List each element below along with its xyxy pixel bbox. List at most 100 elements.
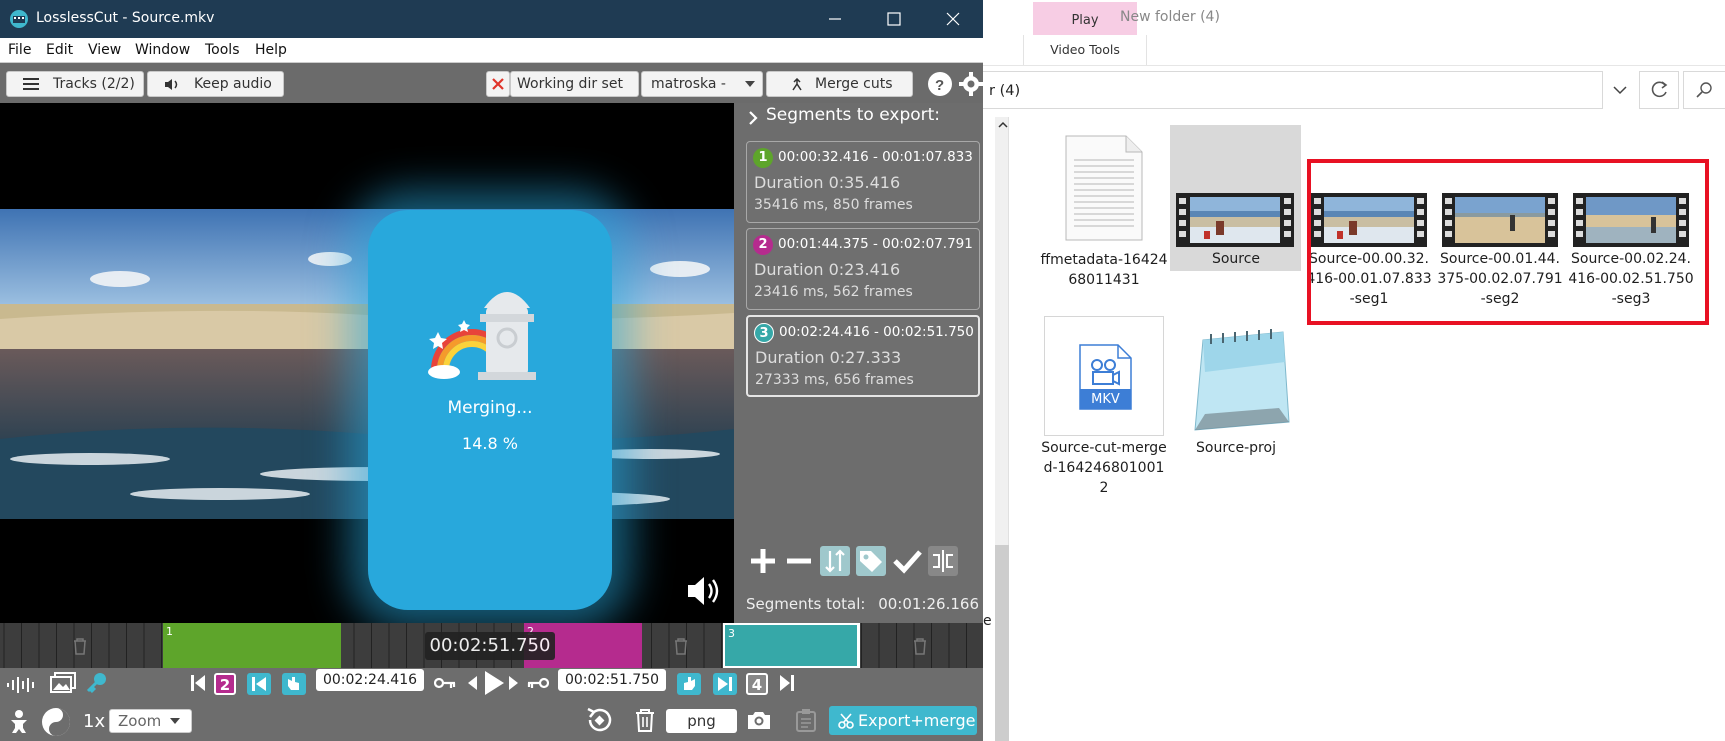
menu-edit[interactable]: Edit — [46, 42, 73, 58]
jump-segment-start-icon[interactable] — [247, 673, 271, 695]
file-label[interactable]: Source-proj — [1172, 438, 1300, 458]
next-segment-badge[interactable]: 4 — [746, 673, 768, 695]
volume-icon[interactable] — [686, 573, 726, 609]
key-icon[interactable] — [86, 671, 108, 695]
label-segment-icon[interactable] — [856, 546, 886, 576]
close-button[interactable] — [923, 0, 983, 38]
trash-icon[interactable] — [634, 707, 656, 733]
caret-down-icon — [745, 81, 755, 87]
trash-icon[interactable] — [912, 637, 928, 655]
merge-cuts-button[interactable]: Merge cuts — [766, 71, 913, 97]
title-bar[interactable]: LosslessCut - Source.mkv — [0, 0, 983, 38]
playback-speed[interactable]: 1x — [83, 711, 105, 732]
maximize-button[interactable] — [864, 0, 924, 38]
minimize-button[interactable] — [805, 0, 865, 38]
timeline-segment-label: 3 — [728, 627, 735, 640]
cut-end-time-input[interactable]: 00:02:51.750 — [558, 669, 666, 691]
address-bar[interactable]: r (4) — [983, 71, 1603, 109]
step-back-icon[interactable] — [466, 674, 478, 692]
merging-percent: 14.8 % — [462, 434, 518, 453]
segment-number: 2 — [753, 235, 773, 255]
merging-overlay: Merging... 14.8 % — [368, 210, 612, 610]
segment-card-2[interactable]: 2 00:01:44.375 - 00:02:07.791 Duration 0… — [746, 228, 980, 310]
segment-card-1[interactable]: 1 00:00:32.416 - 00:01:07.833 Duration 0… — [746, 141, 980, 223]
check-icon[interactable] — [892, 546, 922, 576]
baby-icon[interactable] — [7, 709, 31, 735]
images-icon[interactable] — [50, 672, 76, 694]
video-thumbnail-icon — [1176, 193, 1294, 247]
waveform-icon[interactable] — [6, 675, 38, 695]
scroll-up-icon[interactable] — [998, 121, 1008, 129]
clear-working-dir-button[interactable] — [486, 71, 510, 97]
tracks-button[interactable]: Tracks (2/2) — [6, 71, 144, 97]
video-player[interactable] — [0, 103, 734, 623]
jump-to-start-icon[interactable] — [190, 674, 206, 692]
help-button[interactable]: ? — [928, 72, 952, 96]
zoom-placeholder: Zoom — [118, 712, 162, 730]
ribbon-tab-video-tools[interactable]: Video Tools — [1023, 35, 1147, 65]
remove-segment-icon[interactable] — [784, 546, 814, 576]
timeline[interactable]: 1 2 3 00:02:51.750 — [0, 623, 983, 668]
app-icon — [10, 10, 28, 28]
file-label[interactable]: Source-cut-merged-1642468010012 — [1040, 438, 1168, 498]
rotate-icon[interactable] — [584, 705, 614, 735]
step-forward-icon[interactable] — [508, 674, 520, 692]
menu-help[interactable]: Help — [255, 42, 287, 58]
menu-window[interactable]: Window — [135, 42, 190, 58]
set-cut-start-icon[interactable] — [282, 673, 306, 695]
segments-header[interactable]: Segments to export: — [748, 105, 940, 125]
gear-icon[interactable] — [958, 71, 984, 97]
segment-range: 00:01:44.375 - 00:02:07.791 — [778, 236, 973, 252]
segment-frames: 27333 ms, 656 frames — [755, 372, 914, 388]
timeline-segment-3[interactable]: 3 — [723, 623, 859, 668]
segment-range: 00:02:24.416 - 00:02:51.750 — [779, 324, 974, 340]
mkv-file-icon[interactable]: MKV — [1044, 316, 1164, 436]
mkv-badge: MKV — [1091, 392, 1120, 407]
timeline-segment-1[interactable]: 1 — [163, 623, 341, 668]
jump-segment-end-icon[interactable] — [713, 673, 737, 695]
capture-format-select[interactable]: png — [666, 709, 737, 733]
format-select[interactable]: matroska - — [641, 71, 763, 97]
menu-bar: File Edit View Window Tools Help — [0, 38, 983, 63]
segment-card-3[interactable]: 3 00:02:24.416 - 00:02:51.750 Duration 0… — [746, 315, 980, 397]
key-icon[interactable] — [527, 676, 549, 690]
segment-number: 3 — [754, 323, 774, 343]
yin-yang-icon[interactable] — [40, 706, 72, 738]
refresh-button[interactable] — [1639, 71, 1679, 109]
video-frame — [0, 209, 734, 519]
key-icon[interactable] — [434, 676, 456, 690]
format-value: matroska - — [651, 76, 726, 92]
sort-segments-icon[interactable] — [820, 546, 850, 576]
address-dropdown-icon[interactable] — [1601, 72, 1639, 108]
zoom-select[interactable]: Zoom — [109, 709, 192, 733]
menu-tools[interactable]: Tools — [205, 42, 240, 58]
minimize-icon — [829, 18, 841, 20]
segments-total-label: Segments total: — [746, 595, 866, 613]
working-dir-button[interactable]: Working dir set — [510, 71, 639, 97]
export-merge-label: Export+merge — [858, 711, 976, 730]
scrollbar-thumb[interactable] — [995, 545, 1009, 741]
refresh-icon — [1651, 81, 1668, 98]
add-segment-icon[interactable] — [748, 546, 778, 576]
close-icon — [492, 78, 504, 90]
keep-audio-label: Keep audio — [194, 76, 272, 92]
previous-segment-badge[interactable]: 2 — [214, 673, 236, 695]
cut-start-time-input[interactable]: 00:02:24.416 — [316, 669, 424, 691]
notepad-icon[interactable] — [1175, 322, 1293, 434]
export-merge-button[interactable]: Export+merge — [829, 706, 977, 735]
clipboard-icon[interactable] — [795, 708, 817, 732]
file-label: Source — [1211, 251, 1261, 267]
playhead[interactable] — [858, 623, 860, 668]
split-segment-icon[interactable] — [928, 546, 958, 576]
set-cut-end-icon[interactable] — [677, 673, 701, 695]
trash-icon[interactable] — [72, 637, 88, 655]
menu-file[interactable]: File — [8, 42, 31, 58]
ribbon-divider — [983, 65, 1725, 66]
menu-view[interactable]: View — [88, 42, 121, 58]
search-box[interactable] — [1683, 71, 1725, 109]
camera-icon[interactable] — [746, 709, 772, 731]
trash-icon[interactable] — [673, 637, 689, 655]
keep-audio-button[interactable]: Keep audio — [147, 71, 284, 97]
play-icon[interactable] — [483, 670, 505, 696]
jump-to-end-icon[interactable] — [779, 674, 795, 692]
